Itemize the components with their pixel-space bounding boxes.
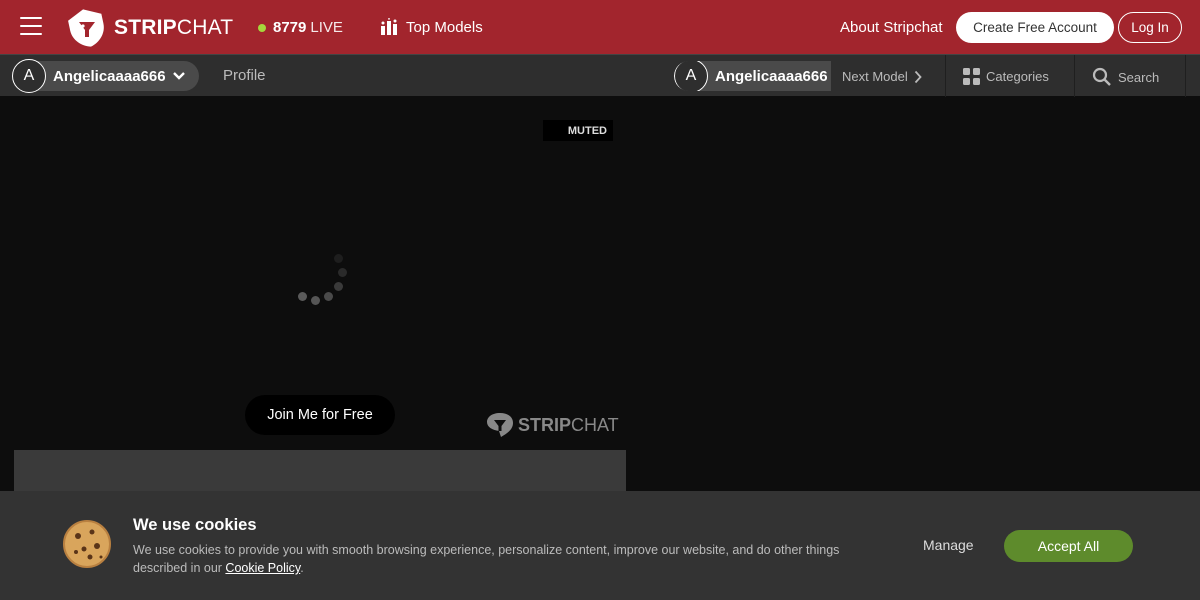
top-models-icon xyxy=(381,18,397,35)
menu-icon[interactable] xyxy=(20,17,42,35)
cookie-policy-link[interactable]: Cookie Policy xyxy=(225,561,300,575)
categories-button[interactable]: Categories xyxy=(963,68,1049,85)
model-selector[interactable]: A Angelicaaaa666 xyxy=(12,59,199,93)
avatar-2: A xyxy=(674,61,708,91)
live-label: LIVE xyxy=(310,19,343,36)
search-button[interactable]: Search xyxy=(1092,67,1159,87)
model-info-compact[interactable]: A Angelicaaaa666 xyxy=(674,61,831,91)
cookie-description: We use cookies to provide you with smoot… xyxy=(133,543,840,575)
top-models-link[interactable]: Top Models xyxy=(380,18,483,36)
create-account-button[interactable]: Create Free Account xyxy=(956,12,1114,43)
video-player[interactable]: MUTED Join Me for Free STRIPCHAT xyxy=(14,96,626,450)
chevron-right-icon xyxy=(914,70,922,83)
divider xyxy=(1074,55,1075,97)
top-models-label: Top Models xyxy=(406,18,483,36)
join-free-button[interactable]: Join Me for Free xyxy=(245,395,395,435)
model-subbar: A Angelicaaaa666 Profile A Angelicaaaa66… xyxy=(0,54,1200,97)
accept-all-button[interactable]: Accept All xyxy=(1004,530,1133,562)
top-header: STRIPCHAT 8779 LIVE Top Models About Str… xyxy=(0,0,1200,54)
live-count: 8779 xyxy=(273,19,307,36)
login-button[interactable]: Log In xyxy=(1118,12,1182,43)
search-icon xyxy=(1092,67,1111,86)
divider xyxy=(945,55,946,97)
tab-profile[interactable]: Profile xyxy=(223,67,266,84)
logo-watermark-icon xyxy=(487,413,513,437)
chevron-down-icon xyxy=(172,72,185,80)
model-name-2: Angelicaaaa666 xyxy=(715,67,828,85)
cookie-icon xyxy=(63,520,111,568)
about-link[interactable]: About Stripchat xyxy=(840,19,943,36)
manage-cookies-button[interactable]: Manage xyxy=(923,537,974,553)
stripchat-watermark: STRIPCHAT xyxy=(486,412,619,438)
stripchat-logo[interactable]: STRIPCHAT xyxy=(66,8,233,48)
divider xyxy=(1185,55,1186,97)
cookie-banner: We use cookies We use cookies to provide… xyxy=(0,491,1200,600)
muted-badge[interactable]: MUTED xyxy=(543,120,613,141)
cookie-title: We use cookies xyxy=(133,516,257,534)
next-model-label: Next Model xyxy=(842,69,908,84)
loading-spinner-icon xyxy=(296,254,356,314)
logo-text: STRIPCHAT xyxy=(114,16,234,39)
model-name: Angelicaaaa666 xyxy=(53,67,166,85)
next-model-button[interactable]: Next Model xyxy=(842,69,922,84)
video-info-panel xyxy=(14,450,626,492)
live-counter[interactable]: 8779 LIVE xyxy=(258,19,343,36)
grid-icon xyxy=(963,68,980,85)
search-label: Search xyxy=(1118,69,1160,85)
categories-label: Categories xyxy=(986,69,1049,84)
logo-icon xyxy=(68,9,104,47)
avatar: A xyxy=(12,59,46,93)
live-dot-icon xyxy=(258,23,266,32)
